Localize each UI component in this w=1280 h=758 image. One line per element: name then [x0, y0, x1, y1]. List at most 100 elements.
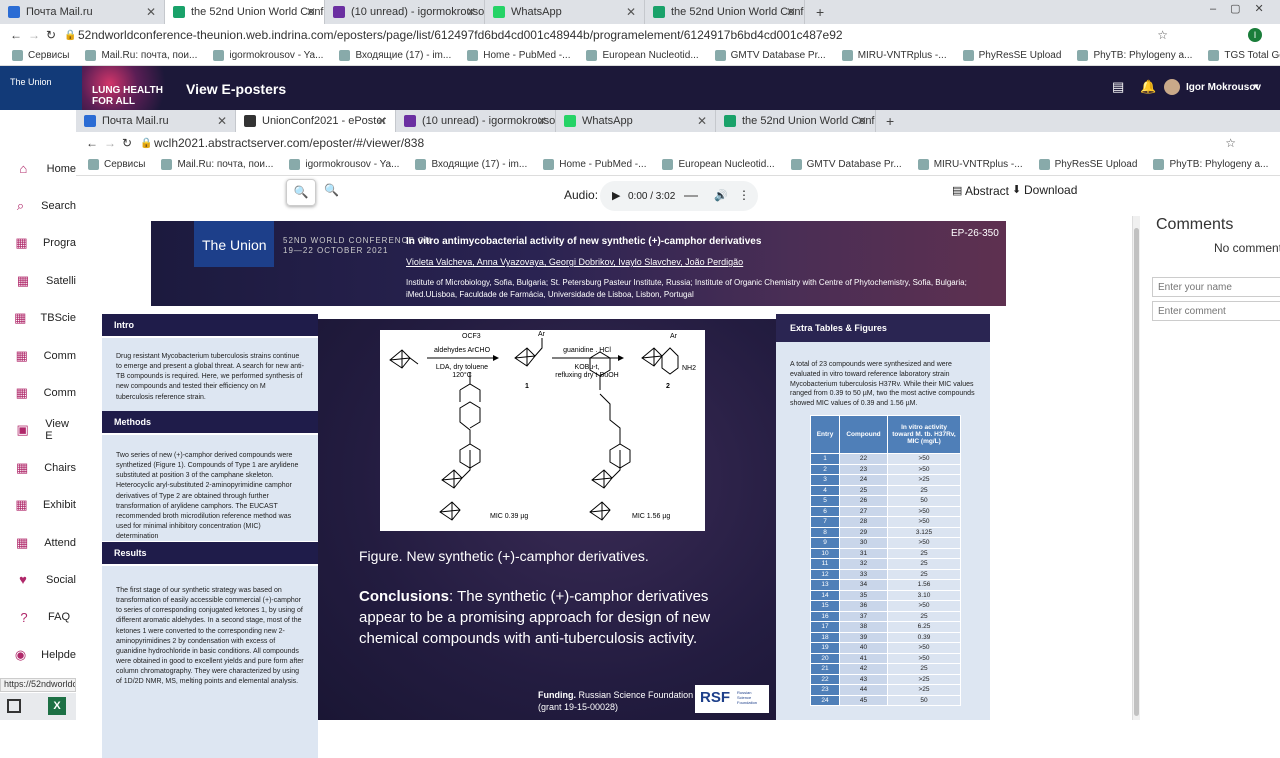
sidebar-item[interactable]: ⌕ Search — [0, 187, 76, 224]
tab-close-icon[interactable]: ✕ — [537, 114, 547, 128]
sidebar-item[interactable]: ▦ Comm — [0, 374, 76, 411]
browser-tab[interactable]: the 52nd Union World Conferenc✕ — [645, 0, 805, 24]
play-icon[interactable]: ▶ — [612, 189, 620, 202]
tab-close-icon[interactable]: ✕ — [786, 5, 796, 19]
bookmark-item[interactable]: MIRU-VNTRplus -... — [917, 159, 1023, 170]
browser-tab[interactable]: (10 unread) - igormokrousov@y✕ — [325, 0, 485, 24]
tab-close-icon[interactable]: ✕ — [217, 114, 227, 128]
tab-close-icon[interactable]: ✕ — [626, 5, 636, 19]
tab-close-icon[interactable]: ✕ — [146, 5, 156, 19]
sidebar-item[interactable]: ? FAQ — [0, 599, 76, 636]
reload-icon[interactable]: ↻ — [46, 28, 64, 42]
bookmark-item[interactable]: Входящие (17) - im... — [339, 50, 451, 61]
bookmark-item[interactable]: Home - PubMed -... — [467, 50, 570, 61]
tab-close-icon[interactable]: ✕ — [306, 5, 316, 19]
bookmark-item[interactable]: European Nucleotid... — [586, 50, 699, 61]
inner-reload-icon[interactable]: ↻ — [122, 136, 140, 150]
scrollbar-thumb[interactable] — [1134, 228, 1139, 716]
bookmark-item[interactable]: European Nucleotid... — [662, 159, 775, 170]
bookmark-item[interactable]: Mail.Ru: почта, пои... — [85, 50, 197, 61]
browser-tab[interactable]: WhatsApp ✕ — [556, 110, 716, 132]
abstract-icon[interactable]: ▤ — [952, 184, 962, 197]
sidebar-item[interactable]: ▦ Chairs — [0, 449, 76, 486]
sidebar-item[interactable]: ♥ Social — [0, 561, 76, 598]
sidebar-item[interactable]: ▦ TBScie — [0, 300, 76, 337]
sidebar-item[interactable]: ▦ Exhibit — [0, 487, 76, 524]
bookmark-item[interactable]: Home - PubMed -... — [543, 159, 646, 170]
zoom-out-icon[interactable]: 🔍 — [286, 179, 316, 206]
browser-tab[interactable]: Почта Mail.ru ✕ — [76, 110, 236, 132]
bookmark-item[interactable]: MIRU-VNTRplus -... — [841, 50, 947, 61]
table-cell-mic: 50 — [887, 694, 961, 706]
table-cell-mic: >50 — [887, 463, 961, 475]
bookmark-label: European Nucleotid... — [678, 159, 775, 170]
tab-close-icon[interactable]: ✕ — [377, 114, 387, 128]
bookmark-item[interactable]: Сервисы — [88, 159, 145, 170]
table-cell-mic: 1.56 — [887, 579, 961, 591]
star-icon[interactable]: ☆ — [1157, 28, 1168, 42]
chat-icon[interactable]: ▤ — [1112, 79, 1124, 95]
outer-url[interactable]: 52ndworldconference-theunion.web.indrina… — [78, 28, 843, 42]
bookmark-item[interactable]: Входящие (17) - im... — [415, 159, 527, 170]
viewer-scrollbar[interactable] — [1132, 216, 1140, 720]
sidebar-item[interactable]: ⌂ Home — [0, 150, 76, 187]
bookmark-item[interactable]: igormokrousov - Ya... — [289, 159, 399, 170]
browser-tab[interactable]: the 52nd Union World Conferenc✕ — [165, 0, 325, 24]
inner-forward-icon[interactable]: → — [104, 136, 122, 150]
inner-back-icon[interactable]: ← — [86, 136, 104, 150]
sidebar-item[interactable]: ▦ Comm — [0, 337, 76, 374]
bookmark-item[interactable]: GMTV Database Pr... — [790, 159, 902, 170]
inner-star-icon[interactable]: ☆ — [1225, 136, 1236, 150]
bookmark-item[interactable]: PhyResSE Upload — [962, 50, 1061, 61]
bookmark-item[interactable]: Сервисы — [12, 50, 69, 61]
sidebar-item[interactable]: ▦ Progra — [0, 225, 76, 262]
bookmark-item[interactable]: TGS Total Genotypi... — [1208, 50, 1280, 61]
zoom-in-icon[interactable]: 🔍 — [324, 183, 339, 197]
sidebar-item[interactable]: ▦ Attend — [0, 524, 76, 561]
bookmark-item[interactable]: PhyTB: Phylogeny a... — [1077, 50, 1192, 61]
profile-avatar-icon[interactable]: I — [1248, 28, 1262, 42]
ar-label-1: Ar — [538, 331, 546, 338]
browser-tab[interactable]: WhatsApp ✕ — [485, 0, 645, 24]
browser-tab[interactable]: Почта Mail.ru ✕ — [0, 0, 165, 24]
sidebar-item[interactable]: ▣ View E — [0, 412, 76, 449]
sidebar-item[interactable]: ◉ Helpde — [0, 636, 76, 673]
forward-icon[interactable]: → — [28, 28, 46, 42]
bell-icon[interactable]: 🔔 — [1140, 79, 1156, 95]
bookmark-label: Сервисы — [28, 50, 70, 61]
download-button[interactable]: Download — [1024, 183, 1077, 197]
sidebar-item[interactable]: ▦ Satelli — [0, 262, 76, 299]
browser-tab[interactable]: (10 unread) - igormokrousov@y✕ — [396, 110, 556, 132]
bookmark-label: GMTV Database Pr... — [730, 50, 826, 61]
bookmark-item[interactable]: GMTV Database Pr... — [714, 50, 826, 61]
audio-player[interactable]: ▶ 0:00 / 3:02 🔊 ⋮ — [600, 181, 758, 211]
windows-start-icon[interactable] — [7, 699, 21, 713]
bookmark-item[interactable]: PhyTB: Phylogeny a... — [1153, 159, 1268, 170]
excel-icon[interactable]: X — [48, 697, 66, 715]
tab-close-icon[interactable]: ✕ — [466, 5, 476, 19]
back-icon[interactable]: ← — [10, 28, 28, 42]
window-controls[interactable]: –▢✕ — [1210, 2, 1278, 15]
browser-tab[interactable]: the 52nd Union World Conferenc✕ — [716, 110, 876, 132]
bookmark-item[interactable]: Mail.Ru: почта, пои... — [161, 159, 273, 170]
tab-close-icon[interactable]: ✕ — [697, 114, 707, 128]
bookmark-item[interactable]: PhyResSE Upload — [1038, 159, 1137, 170]
tab-close-icon[interactable]: ✕ — [857, 114, 867, 128]
volume-icon[interactable]: 🔊 — [714, 189, 728, 202]
more-options-icon[interactable]: ⋮ — [738, 188, 750, 202]
comment-input[interactable] — [1152, 301, 1280, 321]
user-avatar[interactable] — [1164, 79, 1180, 95]
user-menu-chevron-icon[interactable]: ▾ — [1254, 81, 1259, 92]
outer-new-tab-button[interactable]: + — [816, 4, 824, 20]
inner-url[interactable]: wclh2021.abstractserver.com/eposter/#/vi… — [154, 136, 424, 150]
inner-new-tab-button[interactable]: + — [886, 113, 894, 129]
abstract-button[interactable]: Abstract — [965, 184, 1009, 198]
browser-tab[interactable]: UnionConf2021 - ePoster ✕ — [236, 110, 396, 132]
bookmark-item[interactable]: igormokrousov - Ya... — [213, 50, 323, 61]
audio-progress-bar[interactable] — [684, 195, 698, 197]
inner-address-bar: ← → ↻ 🔒 wclh2021.abstractserver.com/epos… — [76, 132, 1280, 154]
union-logo-box[interactable]: The Union — [0, 66, 82, 110]
download-icon[interactable]: ⬇ — [1012, 183, 1021, 196]
user-name[interactable]: Igor Mokrousov — [1186, 82, 1261, 93]
name-input[interactable] — [1152, 277, 1280, 297]
